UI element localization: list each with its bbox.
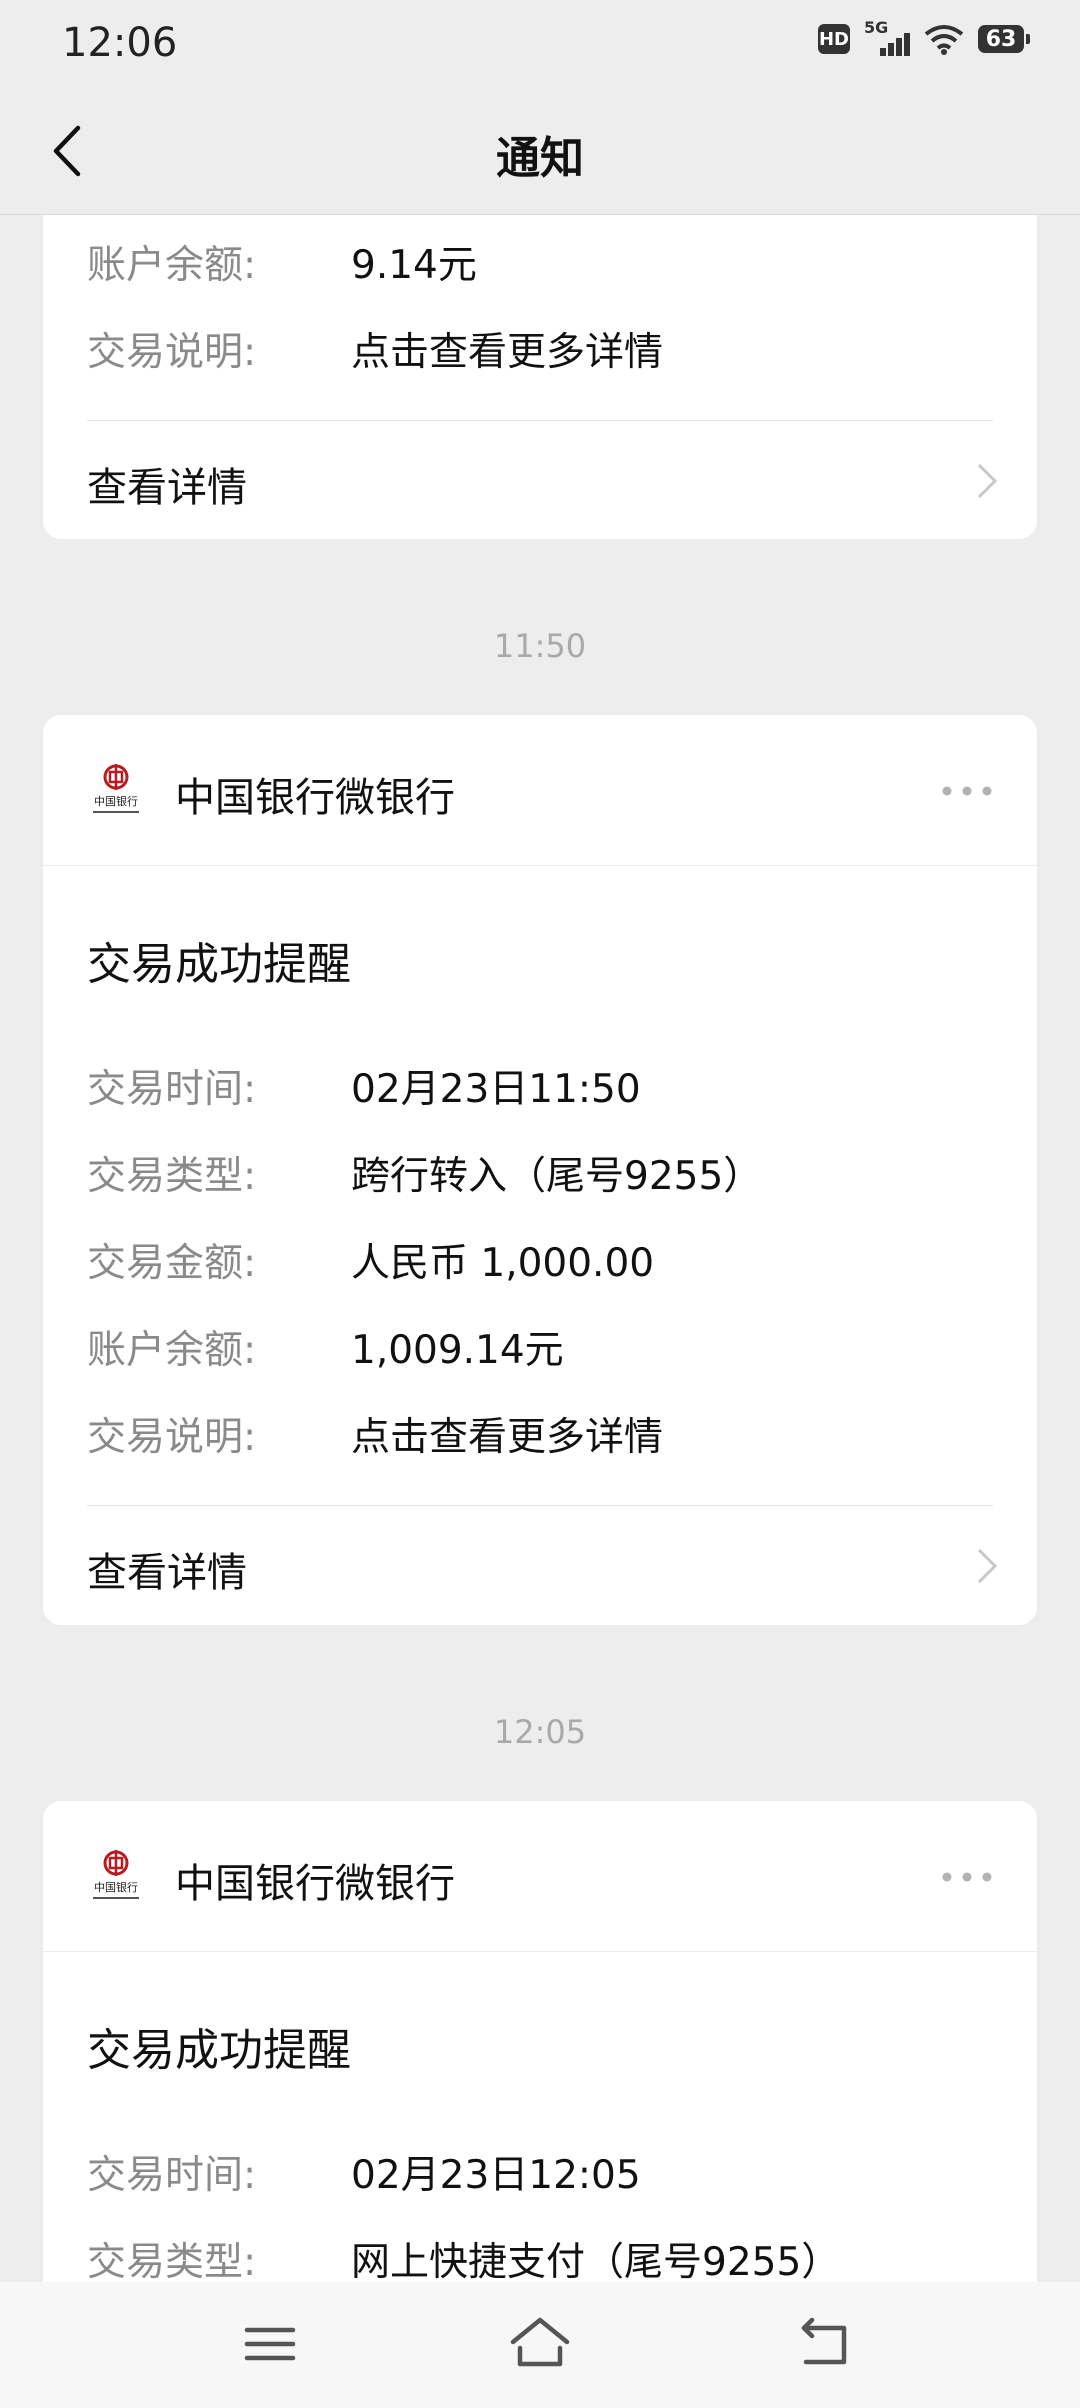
chevron-right-icon [977,463,998,499]
message-card: 中国银行 中国银行微银行 交易成功提醒 交易时间: 02月23日11:50 交易… [43,715,1037,1625]
svg-text:中国银行: 中国银行 [94,1880,138,1894]
card-title: 交易成功提醒 [87,939,351,990]
row-label: 交易时间: [87,2153,257,2198]
row-label: 交易说明: [87,330,257,375]
row-label: 交易说明: [87,1415,257,1460]
row-label: 交易金额: [87,1241,257,1286]
card-header: 中国银行 中国银行微银行 [43,1801,1037,1952]
row-label: 账户余额: [87,243,257,288]
view-details-link[interactable]: 查看详情 [43,1506,1037,1624]
more-dots-icon[interactable] [937,773,997,809]
page-title: 通知 [496,133,584,184]
card-title: 交易成功提醒 [87,2025,351,2076]
message-time: 12:05 [493,1713,587,1751]
row-value: 跨行转入（尾号9255） [351,1154,763,1199]
row-label: 交易时间: [87,1067,257,1112]
wifi-icon [924,25,964,55]
battery-icon: 63 [978,25,1030,53]
sender-name: 中国银行微银行 [175,1861,455,1907]
card-header: 中国银行 中国银行微银行 [43,715,1037,866]
row-label: 账户余额: [87,1328,257,1373]
status-time: 12:06 [62,20,178,66]
row-label: 交易类型: [87,1154,257,1199]
more-dots-icon[interactable] [937,1859,997,1895]
title-bar: 通知 [0,86,1080,215]
message-card: 中国银行 中国银行微银行 交易成功提醒 交易时间: 02月23日12:05 交易… [43,1801,1037,2282]
view-details-label: 查看详情 [87,465,247,511]
menu-icon[interactable] [235,2312,305,2376]
row-value: 9.14元 [351,243,477,288]
status-bar: 12:06 HD 5G 63 [0,0,1080,86]
message-list[interactable]: 账户余额: 9.14元 交易说明: 点击查看更多详情 查看详情 11:50 中国… [0,215,1080,2282]
sender-name: 中国银行微银行 [175,775,455,821]
chevron-right-icon [977,1548,998,1584]
home-icon[interactable] [505,2312,575,2376]
bank-of-china-logo: 中国银行 [93,1850,139,1899]
message-card: 账户余额: 9.14元 交易说明: 点击查看更多详情 查看详情 [43,215,1037,539]
signal-icon: 5G [864,18,910,56]
view-details-label: 查看详情 [87,1550,247,1596]
row-value: 02月23日12:05 [351,2153,641,2198]
row-value: 02月23日11:50 [351,1067,641,1112]
row-value: 1,009.14元 [351,1328,564,1373]
bank-of-china-logo: 中国银行 [93,764,139,813]
row-value: 网上快捷支付（尾号9255） [351,2240,841,2282]
hd-icon: HD [818,24,850,54]
row-label: 交易类型: [87,2240,257,2282]
row-value: 人民币 1,000.00 [351,1241,655,1286]
row-value: 点击查看更多详情 [351,1415,664,1460]
svg-text:中国银行: 中国银行 [94,794,138,808]
system-nav-bar [0,2282,1080,2408]
row-value: 点击查看更多详情 [351,330,664,375]
view-details-link[interactable]: 查看详情 [43,421,1037,539]
message-time: 11:50 [493,627,587,665]
back-icon[interactable] [790,2312,860,2376]
status-icons: HD 5G 63 [818,18,1030,56]
